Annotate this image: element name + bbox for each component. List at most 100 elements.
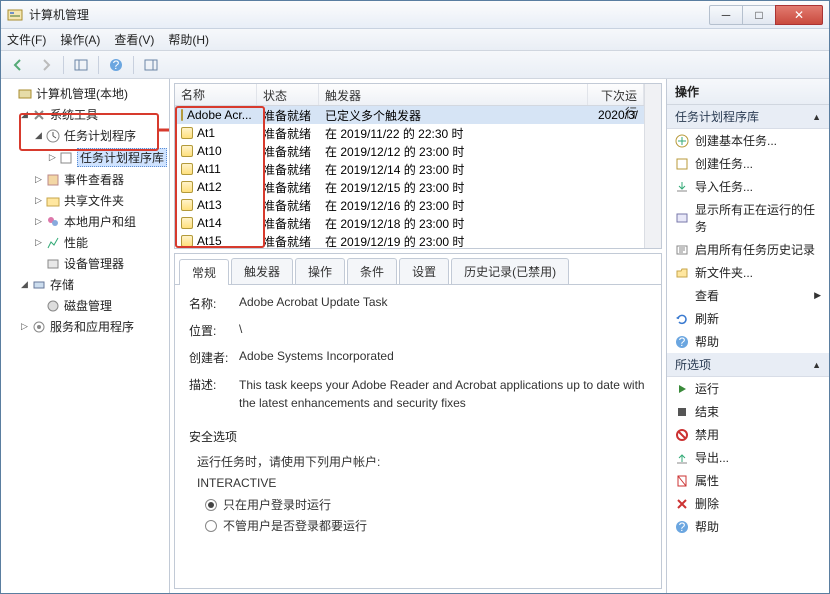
expand-icon[interactable]	[33, 258, 44, 269]
col-status[interactable]: 状态	[257, 84, 319, 105]
task-row[interactable]: At13准备就绪在 2019/12/16 的 23:00 时	[175, 196, 644, 214]
action-help[interactable]: ?帮助	[667, 515, 829, 538]
action-run[interactable]: 运行	[667, 377, 829, 400]
tree-diskmgr[interactable]: 磁盘管理	[31, 295, 167, 316]
import-icon	[675, 180, 689, 194]
menu-action[interactable]: 操作(A)	[60, 31, 100, 48]
tree-localusers[interactable]: ▷本地用户和组	[31, 211, 167, 232]
task-status-cell: 准备就绪	[257, 106, 319, 125]
col-trigger[interactable]: 触发器	[319, 84, 588, 105]
action-create-task[interactable]: 创建任务...	[667, 152, 829, 175]
action-disable[interactable]: 禁用	[667, 423, 829, 446]
forward-button[interactable]	[35, 54, 57, 76]
task-row[interactable]: At11准备就绪在 2019/12/14 的 23:00 时	[175, 160, 644, 178]
tree-eventviewer[interactable]: ▷事件查看器	[31, 169, 167, 190]
action-end[interactable]: 结束	[667, 400, 829, 423]
expand-icon[interactable]	[33, 300, 44, 311]
radio-logged-on[interactable]: 只在用户登录时运行	[205, 496, 647, 513]
action-label: 禁用	[695, 426, 821, 443]
tree-storage[interactable]: ◢存储	[17, 274, 167, 295]
tree-devicemgr[interactable]: 设备管理器	[31, 253, 167, 274]
action-history[interactable]: 启用所有任务历史记录	[667, 238, 829, 261]
tree-root[interactable]: 计算机管理(本地)	[3, 83, 167, 104]
tree-servicesapps[interactable]: ▷ 服务和应用程序	[17, 316, 167, 337]
create-basic-icon	[675, 134, 689, 148]
action-view[interactable]: 查看▶	[667, 284, 829, 307]
col-nextrun[interactable]: 下次运行	[588, 84, 644, 105]
tree-label: 服务和应用程序	[50, 318, 134, 335]
action-export[interactable]: 导出...	[667, 446, 829, 469]
collapse-icon[interactable]: ▲	[812, 112, 821, 122]
task-detail: 常规 触发器 操作 条件 设置 历史记录(已禁用) 名称:Adobe Acrob…	[174, 253, 662, 589]
task-row[interactable]: At12准备就绪在 2019/12/15 的 23:00 时	[175, 178, 644, 196]
tree-sharedfolders[interactable]: ▷共享文件夹	[31, 190, 167, 211]
action-delete[interactable]: 删除	[667, 492, 829, 515]
library-icon	[60, 151, 73, 165]
separator	[133, 56, 134, 74]
help-button[interactable]: ?	[105, 54, 127, 76]
tab-settings[interactable]: 设置	[399, 258, 449, 284]
radio-any[interactable]: 不管用户是否登录都要运行	[205, 517, 647, 534]
services-icon	[32, 320, 46, 334]
back-button[interactable]	[7, 54, 29, 76]
menu-help[interactable]: 帮助(H)	[168, 31, 209, 48]
task-row[interactable]: At14准备就绪在 2019/12/18 的 23:00 时	[175, 214, 644, 232]
task-status-cell: 准备就绪	[257, 160, 319, 179]
expand-icon[interactable]	[5, 88, 16, 99]
show-hide-button[interactable]	[70, 54, 92, 76]
expand-icon[interactable]: ▷	[33, 195, 44, 206]
tab-history[interactable]: 历史记录(已禁用)	[451, 258, 569, 284]
collapse-icon[interactable]: ▲	[812, 360, 821, 370]
menu-view[interactable]: 查看(V)	[114, 31, 154, 48]
action-properties[interactable]: 属性	[667, 469, 829, 492]
task-list: 名称 状态 触发器 下次运行 Adobe Acr...准备就绪已定义多个触发器2…	[174, 83, 662, 249]
scrollbar[interactable]	[644, 84, 661, 248]
tab-general[interactable]: 常规	[179, 259, 229, 285]
expand-icon[interactable]: ▷	[47, 152, 58, 163]
tree-panel: 计算机管理(本地) ◢系统工具 ◢任务计划程序 ▷任务计划程序库 ▷事件查看器 …	[1, 79, 170, 593]
detail-body: 名称:Adobe Acrobat Update Task 位置:\ 创建者:Ad…	[175, 285, 661, 588]
export-icon	[675, 451, 689, 465]
expand-icon[interactable]: ▷	[33, 237, 44, 248]
col-name[interactable]: 名称	[175, 84, 257, 105]
expand-icon[interactable]: ▷	[19, 321, 30, 332]
action-import[interactable]: 导入任务...	[667, 175, 829, 198]
properties-icon	[675, 474, 689, 488]
menu-file[interactable]: 文件(F)	[7, 31, 46, 48]
task-icon	[181, 199, 193, 211]
tab-conditions[interactable]: 条件	[347, 258, 397, 284]
toolbar-panel-button[interactable]	[140, 54, 162, 76]
tree-systools[interactable]: ◢系统工具	[17, 104, 167, 125]
task-nextrun-cell	[588, 204, 644, 206]
task-status-cell: 准备就绪	[257, 124, 319, 143]
collapse-icon[interactable]: ◢	[19, 279, 30, 290]
task-row[interactable]: At10准备就绪在 2019/12/12 的 23:00 时	[175, 142, 644, 160]
users-icon	[46, 215, 60, 229]
tree-tasksched[interactable]: ◢任务计划程序	[31, 125, 167, 146]
action-help[interactable]: ?帮助	[667, 330, 829, 353]
expand-icon[interactable]: ▷	[33, 216, 44, 227]
expand-icon[interactable]: ▷	[33, 174, 44, 185]
collapse-icon[interactable]: ◢	[19, 109, 30, 120]
group-label: 所选项	[675, 356, 711, 373]
maximize-button[interactable]: □	[742, 5, 776, 25]
action-create-basic[interactable]: 创建基本任务...	[667, 129, 829, 152]
minimize-button[interactable]: ─	[709, 5, 743, 25]
collapse-icon[interactable]: ◢	[33, 130, 44, 141]
task-nextrun-cell	[588, 132, 644, 134]
tree-taskschedlib[interactable]: ▷任务计划程序库	[45, 146, 167, 169]
action-label: 帮助	[695, 333, 821, 350]
close-button[interactable]: ✕	[775, 5, 823, 25]
action-label: 属性	[695, 472, 821, 489]
task-row[interactable]: At1准备就绪在 2019/11/22 的 22:30 时	[175, 124, 644, 142]
action-folder[interactable]: 新文件夹...	[667, 261, 829, 284]
tree-performance[interactable]: ▷性能	[31, 232, 167, 253]
action-refresh[interactable]: 刷新	[667, 307, 829, 330]
storage-icon	[32, 278, 46, 292]
task-row[interactable]: At15准备就绪在 2019/12/19 的 23:00 时	[175, 232, 644, 248]
tab-triggers[interactable]: 触发器	[231, 258, 293, 284]
tree-label: 计算机管理(本地)	[36, 85, 128, 102]
task-row[interactable]: Adobe Acr...准备就绪已定义多个触发器2020/3/	[175, 106, 644, 124]
tab-actions[interactable]: 操作	[295, 258, 345, 284]
action-running[interactable]: 显示所有正在运行的任务	[667, 198, 829, 238]
